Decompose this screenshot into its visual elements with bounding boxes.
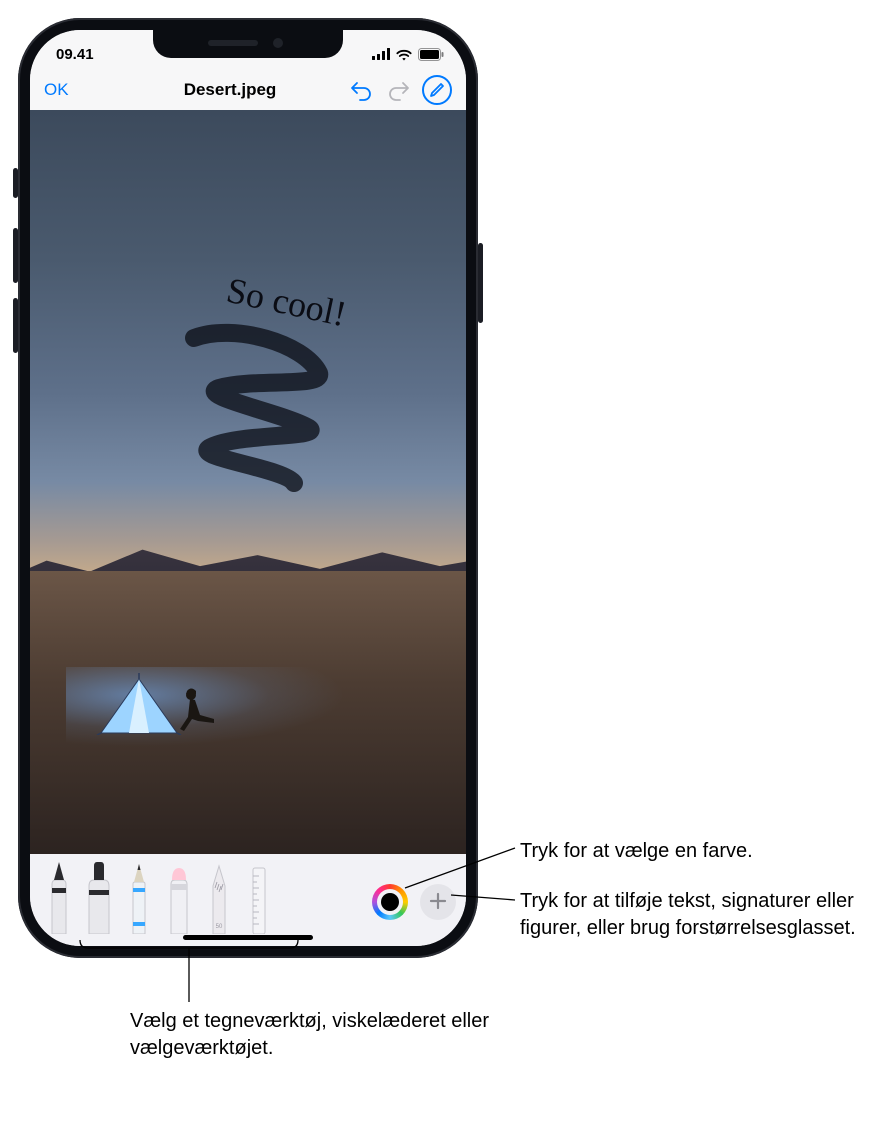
- photo-tent: [91, 673, 187, 735]
- callout-add: Tryk for at tilføje tekst, signaturer el…: [520, 888, 880, 942]
- done-button[interactable]: OK: [44, 80, 84, 100]
- volume-down-button: [13, 298, 18, 353]
- notch: [153, 30, 343, 58]
- markup-button[interactable]: [422, 75, 452, 105]
- page-title: Desert.jpeg: [122, 80, 338, 100]
- status-right: [372, 48, 444, 61]
- current-color-swatch: [381, 893, 399, 911]
- drawing-tools-group: 50: [40, 856, 278, 934]
- pencil-tool[interactable]: [120, 856, 158, 934]
- status-time: 09.41: [56, 46, 94, 63]
- canvas[interactable]: So cool!: [30, 110, 466, 854]
- add-button[interactable]: [420, 884, 456, 920]
- callout-color: Tryk for at vælge en farve.: [520, 838, 753, 865]
- marker-tool[interactable]: [80, 856, 118, 934]
- undo-button[interactable]: [346, 75, 376, 105]
- cellular-icon: [372, 48, 390, 60]
- lasso-tool[interactable]: 50: [200, 856, 238, 934]
- home-indicator[interactable]: [183, 935, 313, 940]
- phone-frame: 09.41: [18, 18, 478, 958]
- toolbar-right-group: [372, 884, 456, 934]
- eraser-tool[interactable]: [160, 856, 198, 934]
- mute-switch: [13, 168, 18, 198]
- redo-button[interactable]: [384, 75, 414, 105]
- power-button: [478, 243, 483, 323]
- wifi-icon: [395, 48, 413, 61]
- photo-person: [178, 687, 218, 735]
- svg-text:50: 50: [216, 924, 223, 930]
- battery-icon: [418, 48, 444, 61]
- ruler-tool[interactable]: [240, 856, 278, 934]
- color-picker-button[interactable]: [372, 884, 408, 920]
- annotation-scribble[interactable]: [174, 318, 344, 498]
- callout-tools: Vælg et tegneværktøj, viskelæderet eller…: [130, 1008, 490, 1062]
- markup-toolbar: 50: [30, 854, 466, 946]
- screen: 09.41: [30, 30, 466, 946]
- pen-tool[interactable]: [40, 856, 78, 934]
- plus-icon: [428, 887, 448, 918]
- volume-up-button: [13, 228, 18, 283]
- nav-bar: OK Desert.jpeg: [30, 70, 466, 110]
